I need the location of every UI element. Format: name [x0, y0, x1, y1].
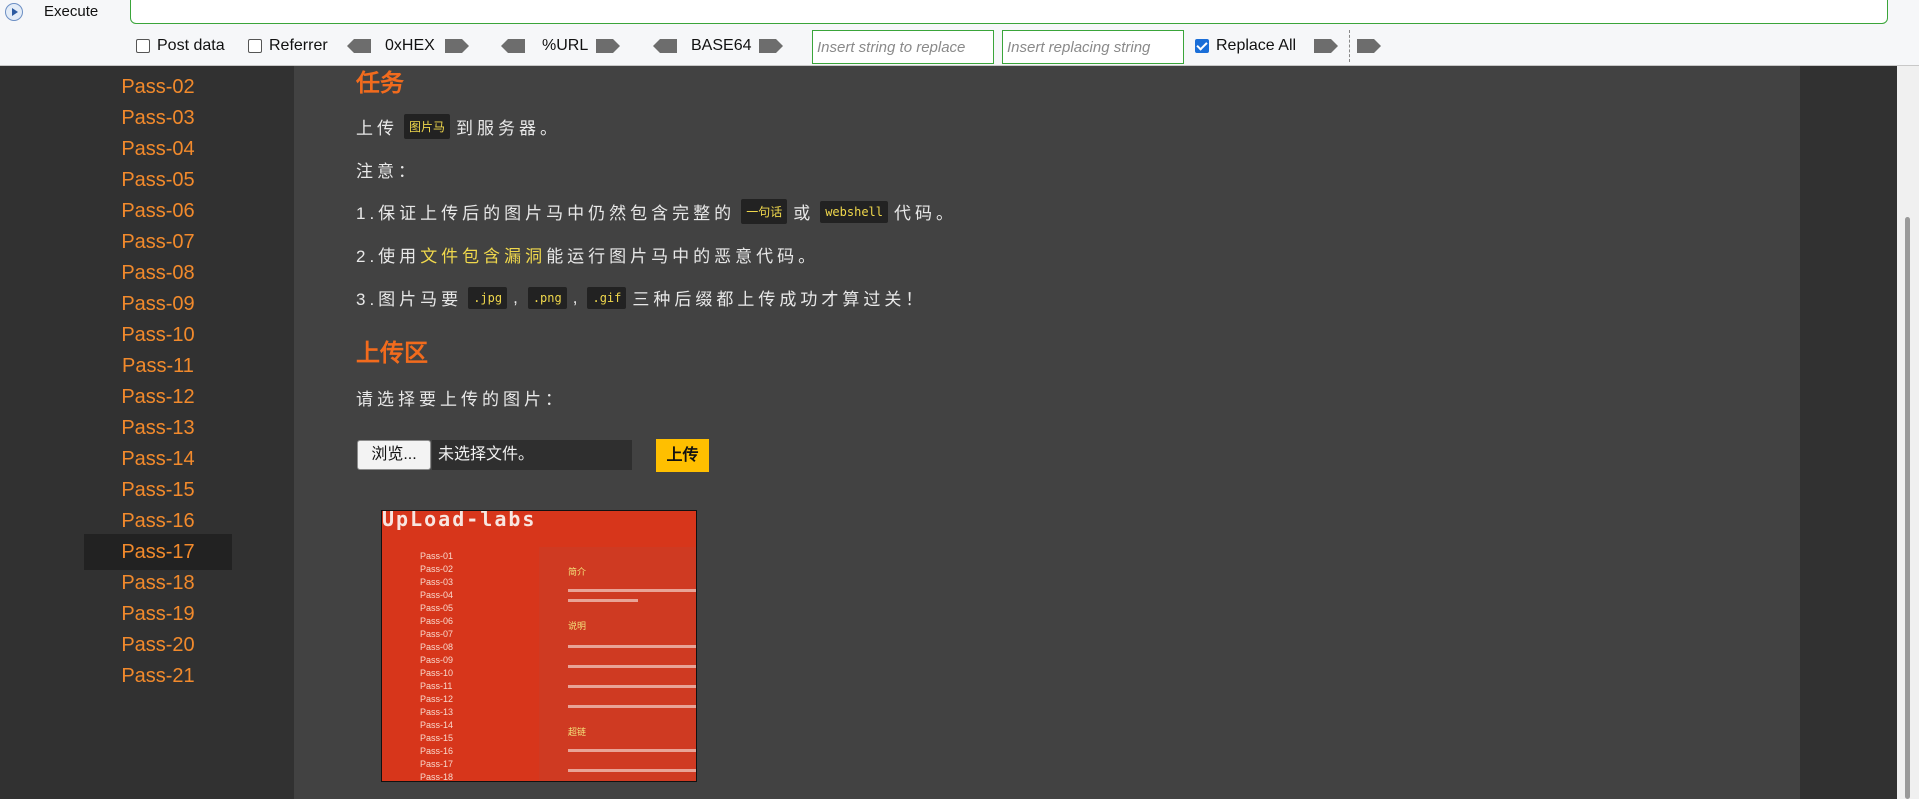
task-item-1-code-1: 一句话 [741, 199, 788, 224]
task-heading: 任务 [356, 70, 404, 97]
task-item-3-sep-2: , [572, 287, 582, 307]
preview-nav-item: Pass-03 [420, 577, 454, 587]
url-input[interactable] [130, 0, 1888, 24]
preview-title: UpLoad-labs [382, 510, 537, 531]
task-item-2-text-a: 2.使用 [356, 247, 421, 266]
url-decode-arrow-icon[interactable] [499, 38, 527, 54]
uploaded-image-preview: UpLoad-labs Pass-01 Pass-02 Pass-03 Pass… [381, 510, 697, 782]
upload-prompt: 请选择要上传的图片： [356, 390, 566, 409]
preview-text-line [568, 589, 696, 592]
task-item-1-code-2: webshell [820, 200, 888, 223]
upload-heading: 上传区 [356, 340, 428, 367]
referrer-label: Referrer [269, 37, 328, 54]
hackbar-toolbar: Execute Post data Referrer 0xHEX %URL BA… [0, 0, 1919, 66]
url-encode-arrow-icon[interactable] [594, 38, 622, 54]
task-item-3-code-png: .png [527, 286, 567, 309]
execute-button[interactable]: Execute [44, 3, 98, 20]
replace-all-check-icon[interactable] [1195, 39, 1209, 53]
task-item-3-code-jpg: .jpg [468, 286, 508, 309]
referrer-check-icon[interactable] [248, 39, 262, 53]
task-line-1-text-a: 上传 [356, 119, 398, 138]
base64-encode-arrow-icon[interactable] [757, 38, 785, 54]
task-item-1-text-a: 1.保证上传后的图片马中仍然包含完整的 [356, 204, 736, 223]
right-margin [1800, 66, 1897, 799]
toolbar-divider [1349, 30, 1350, 62]
replace-all-checkbox[interactable]: Replace All [1195, 37, 1296, 55]
preview-nav-item: Pass-16 [420, 746, 454, 756]
task-item-3-text-a: 3.图片马要 [356, 290, 463, 309]
preview-panel-heading-3: 超链 [568, 727, 587, 737]
preview-panel-heading-1: 简介 [568, 567, 587, 577]
preview-nav-item: Pass-15 [420, 733, 454, 743]
base64-decode-arrow-icon[interactable] [651, 38, 679, 54]
task-item-1-text-c: 代码。 [894, 204, 957, 223]
preview-nav-item: Pass-14 [420, 720, 454, 730]
replace-arrow-icon[interactable] [1312, 38, 1340, 54]
preview-nav-item: Pass-10 [420, 668, 454, 678]
preview-nav-item: Pass-09 [420, 655, 454, 665]
preview-nav-item: Pass-08 [420, 642, 454, 652]
task-line-1: 上传 图片马 到服务器。 [356, 114, 561, 139]
post-data-checkbox[interactable]: Post data [136, 37, 225, 55]
task-item-2: 2.使用 文件包含漏洞 能运行图片马中的恶意代码。 [356, 242, 819, 267]
task-line-1-text-b: 到服务器。 [456, 119, 562, 138]
hex-label: 0xHEX [385, 37, 435, 54]
preview-nav-item: Pass-06 [420, 616, 454, 626]
task-item-3-text-b: 三种后缀都上传成功才算过关！ [632, 290, 927, 309]
preview-nav-item: Pass-05 [420, 603, 454, 613]
file-status-text: 未选择文件。 [432, 440, 632, 470]
post-data-label: Post data [157, 37, 225, 54]
upload-button[interactable]: 上传 [656, 439, 709, 472]
preview-nav-item: Pass-17 [420, 759, 454, 769]
preview-panel-heading-2: 说明 [568, 621, 587, 631]
preview-text-line [568, 705, 696, 708]
task-item-2-text-b: 能运行图片马中的恶意代码。 [546, 247, 820, 266]
preview-nav-item: Pass-01 [420, 551, 454, 561]
preview-nav-item: Pass-18 [420, 772, 454, 782]
split-arrow-icon[interactable] [1355, 38, 1383, 54]
preview-text-line [568, 685, 696, 688]
url-label: %URL [542, 37, 589, 54]
hex-encode-arrow-icon[interactable] [443, 38, 471, 54]
replace-all-label: Replace All [1216, 37, 1297, 54]
preview-nav-item: Pass-04 [420, 590, 454, 600]
preview-nav-item: Pass-11 [420, 681, 453, 691]
hex-decode-arrow-icon[interactable] [345, 38, 373, 54]
base64-label: BASE64 [691, 37, 752, 54]
preview-nav-item: Pass-07 [420, 629, 454, 639]
preview-text-line [568, 769, 696, 772]
preview-nav-item: Pass-02 [420, 564, 454, 574]
preview-text-line [568, 665, 696, 668]
preview-text-line [568, 599, 638, 602]
referrer-checkbox[interactable]: Referrer [248, 37, 328, 55]
preview-nav-item: Pass-13 [420, 707, 454, 717]
task-item-3: 3.图片马要 .jpg , .png , .gif 三种后缀都上传成功才算过关！ [356, 285, 926, 310]
task-item-1: 1.保证上传后的图片马中仍然包含完整的 一句话 或 webshell 代码。 [356, 199, 957, 224]
browse-button[interactable]: 浏览... [357, 440, 431, 470]
preview-text-line [568, 645, 696, 648]
preview-nav-item: Pass-12 [420, 694, 454, 704]
preview-text-line [568, 749, 696, 752]
task-note: 注意： [356, 162, 419, 181]
file-inclusion-link[interactable]: 文件包含漏洞 [420, 242, 546, 267]
task-item-3-code-gif: .gif [587, 286, 627, 309]
execute-icon[interactable] [5, 3, 23, 21]
task-line-1-code: 图片马 [404, 114, 451, 139]
sidebar: Pass-02 Pass-03 Pass-04 Pass-05 Pass-06 … [0, 66, 294, 799]
scrollbar-thumb[interactable] [1905, 217, 1910, 799]
task-item-1-text-b: 或 [793, 204, 815, 223]
post-data-check-icon[interactable] [136, 39, 150, 53]
sidebar-item-pass-21[interactable]: Pass-21 [84, 658, 232, 694]
replace-string-input[interactable]: Insert string to replace [812, 30, 994, 64]
task-item-3-sep-1: , [513, 287, 522, 307]
replacing-string-input[interactable]: Insert replacing string [1002, 30, 1184, 64]
